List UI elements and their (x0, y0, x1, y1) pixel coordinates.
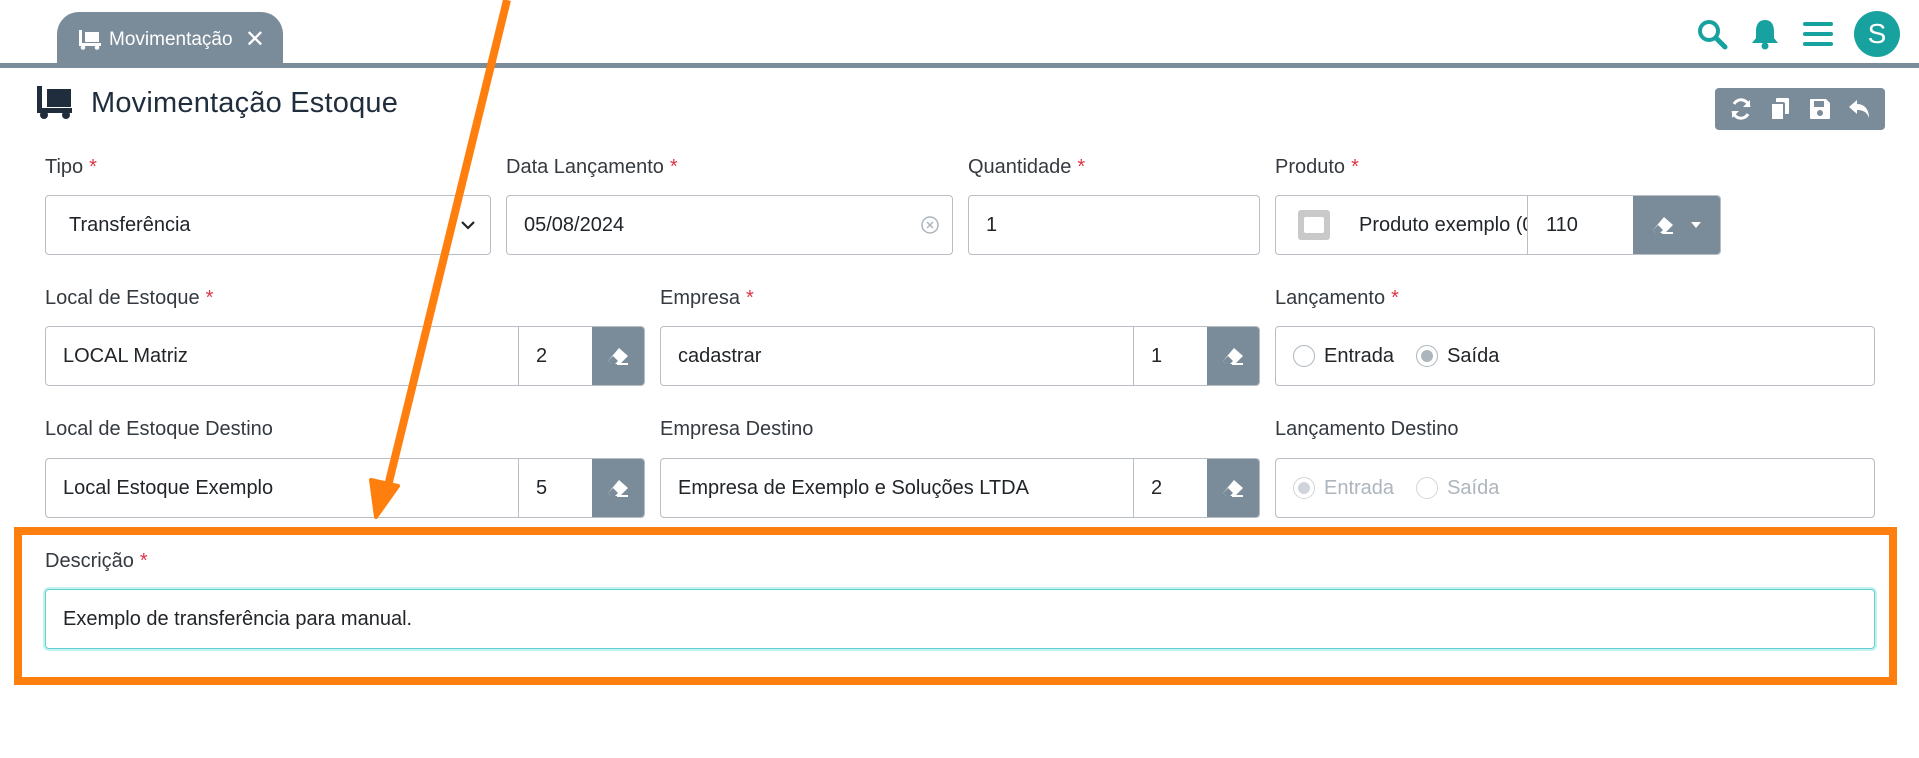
empresa-code[interactable]: 1 (1133, 327, 1207, 385)
clear-icon[interactable] (920, 215, 940, 235)
eraser-icon[interactable] (1652, 216, 1674, 234)
empresa-name: cadastrar (678, 344, 762, 367)
lancamento-destino-label: Lançamento Destino (1275, 418, 1459, 440)
tab-movimentacao[interactable]: Movimentação ✕ (57, 12, 283, 68)
data-lancamento-input[interactable]: 05/08/2024 (506, 195, 953, 255)
produto-name: Produto exemplo (01) (1359, 213, 1527, 236)
empresa-field[interactable]: cadastrar 1 (660, 326, 1260, 386)
chevron-down-icon (461, 221, 475, 230)
tipo-label: Tipo * (45, 156, 97, 178)
produto-code[interactable]: 110 (1527, 196, 1600, 254)
eraser-icon[interactable] (592, 459, 644, 517)
radio-entrada-destino: Entrada (1293, 477, 1394, 500)
local-estoque-destino-field[interactable]: Local Estoque Exemplo 5 (45, 458, 645, 518)
dolly-icon (79, 30, 101, 50)
produto-label: Produto * (1275, 156, 1359, 178)
data-lancamento-label: Data Lançamento * (506, 156, 678, 178)
product-thumbnail (1298, 210, 1330, 240)
lancamento-label: Lançamento * (1275, 287, 1399, 309)
top-bar: Movimentação ✕ S (0, 0, 1919, 68)
empresa-destino-name: Empresa de Exemplo e Soluções LTDA (678, 476, 1029, 499)
eraser-icon[interactable] (1207, 459, 1259, 517)
descricao-label: Descrição * (45, 550, 148, 572)
local-estoque-name: LOCAL Matriz (63, 344, 188, 367)
empresa-destino-code[interactable]: 2 (1133, 459, 1207, 517)
lancamento-radio-group: Entrada Saída (1275, 326, 1875, 386)
descricao-input[interactable]: Exemplo de transferência para manual. (45, 589, 1875, 649)
search-icon[interactable] (1695, 17, 1729, 51)
tab-label: Movimentação (109, 29, 233, 50)
eraser-icon[interactable] (592, 327, 644, 385)
avatar[interactable]: S (1854, 11, 1900, 57)
empresa-destino-label: Empresa Destino (660, 418, 814, 440)
local-estoque-destino-label: Local de Estoque Destino (45, 418, 273, 440)
dolly-icon (37, 86, 72, 119)
radio-saida[interactable]: Saída (1416, 345, 1499, 368)
menu-icon[interactable] (1801, 17, 1835, 51)
empresa-destino-field[interactable]: Empresa de Exemplo e Soluções LTDA 2 (660, 458, 1260, 518)
lancamento-destino-radio-group: Entrada Saída (1275, 458, 1875, 518)
local-estoque-label: Local de Estoque * (45, 287, 214, 309)
radio-entrada[interactable]: Entrada (1293, 345, 1394, 368)
tipo-select[interactable]: Transferência (45, 195, 491, 255)
action-toolbar (1715, 88, 1885, 130)
bell-icon[interactable] (1748, 17, 1782, 51)
eraser-icon[interactable] (1207, 327, 1259, 385)
empresa-label: Empresa * (660, 287, 754, 309)
produto-actions (1633, 196, 1720, 254)
quantidade-label: Quantidade * (968, 156, 1086, 178)
back-icon[interactable] (1844, 94, 1874, 124)
radio-saida-destino: Saída (1416, 477, 1499, 500)
caret-down-icon[interactable] (1690, 221, 1702, 229)
page-header: Movimentação Estoque (35, 86, 398, 120)
page-title: Movimentação Estoque (91, 86, 399, 119)
quantidade-input[interactable]: 1 (968, 195, 1260, 255)
refresh-icon[interactable] (1726, 94, 1756, 124)
copy-icon[interactable] (1765, 94, 1795, 124)
local-estoque-destino-name: Local Estoque Exemplo (63, 476, 274, 499)
local-estoque-code[interactable]: 2 (518, 327, 592, 385)
local-estoque-destino-code[interactable]: 5 (518, 459, 592, 517)
local-estoque-field[interactable]: LOCAL Matriz 2 (45, 326, 645, 386)
save-icon[interactable] (1805, 94, 1835, 124)
produto-field[interactable]: Produto exemplo (01) 110 (1275, 195, 1721, 255)
close-icon[interactable]: ✕ (245, 28, 265, 52)
